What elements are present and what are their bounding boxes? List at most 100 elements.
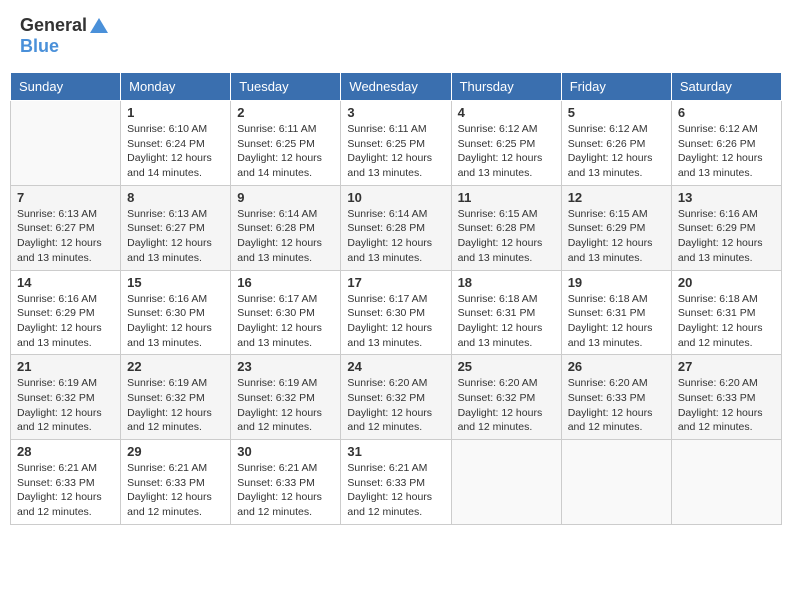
calendar-cell: 10 Sunrise: 6:14 AMSunset: 6:28 PMDayligh… [341,185,451,270]
day-number: 24 [347,359,444,374]
day-number: 20 [678,275,775,290]
day-number: 12 [568,190,665,205]
calendar-cell: 20 Sunrise: 6:18 AMSunset: 6:31 PMDayligh… [671,270,781,355]
weekday-header: Wednesday [341,73,451,101]
calendar-cell: 27 Sunrise: 6:20 AMSunset: 6:33 PMDayligh… [671,355,781,440]
weekday-header: Thursday [451,73,561,101]
day-info: Sunrise: 6:21 AMSunset: 6:33 PMDaylight:… [17,461,114,520]
header: General Blue [10,10,782,62]
calendar-cell: 15 Sunrise: 6:16 AMSunset: 6:30 PMDayligh… [121,270,231,355]
day-info: Sunrise: 6:13 AMSunset: 6:27 PMDaylight:… [17,207,114,266]
day-number: 16 [237,275,334,290]
day-info: Sunrise: 6:16 AMSunset: 6:30 PMDaylight:… [127,292,224,351]
calendar-cell: 8Sunrise: 6:13 AMSunset: 6:27 PMDaylight… [121,185,231,270]
weekday-header: Tuesday [231,73,341,101]
day-number: 11 [458,190,555,205]
day-number: 3 [347,105,444,120]
day-number: 9 [237,190,334,205]
day-info: Sunrise: 6:19 AMSunset: 6:32 PMDaylight:… [127,376,224,435]
day-info: Sunrise: 6:18 AMSunset: 6:31 PMDaylight:… [678,292,775,351]
day-info: Sunrise: 6:20 AMSunset: 6:32 PMDaylight:… [347,376,444,435]
calendar-cell [11,101,121,186]
day-info: Sunrise: 6:18 AMSunset: 6:31 PMDaylight:… [458,292,555,351]
day-info: Sunrise: 6:17 AMSunset: 6:30 PMDaylight:… [347,292,444,351]
day-info: Sunrise: 6:12 AMSunset: 6:25 PMDaylight:… [458,122,555,181]
calendar-cell: 30Sunrise: 6:21 AMSunset: 6:33 PMDayligh… [231,440,341,525]
day-number: 31 [347,444,444,459]
calendar-cell: 14 Sunrise: 6:16 AMSunset: 6:29 PMDayligh… [11,270,121,355]
weekday-header: Friday [561,73,671,101]
weekday-header: Saturday [671,73,781,101]
calendar-cell: 23 Sunrise: 6:19 AMSunset: 6:32 PMDayligh… [231,355,341,440]
day-number: 1 [127,105,224,120]
day-number: 21 [17,359,114,374]
day-info: Sunrise: 6:17 AMSunset: 6:30 PMDaylight:… [237,292,334,351]
calendar-cell: 31 Sunrise: 6:21 AMSunset: 6:33 PMDayligh… [341,440,451,525]
day-number: 30 [237,444,334,459]
day-info: Sunrise: 6:12 AMSunset: 6:26 PMDaylight:… [568,122,665,181]
calendar-cell: 22 Sunrise: 6:19 AMSunset: 6:32 PMDayligh… [121,355,231,440]
calendar-cell: 24 Sunrise: 6:20 AMSunset: 6:32 PMDayligh… [341,355,451,440]
day-number: 4 [458,105,555,120]
day-number: 22 [127,359,224,374]
day-number: 26 [568,359,665,374]
day-info: Sunrise: 6:13 AMSunset: 6:27 PMDaylight:… [127,207,224,266]
calendar-cell: 1 Sunrise: 6:10 AMSunset: 6:24 PMDaylight… [121,101,231,186]
day-info: Sunrise: 6:14 AMSunset: 6:28 PMDaylight:… [237,207,334,266]
day-info: Sunrise: 6:18 AMSunset: 6:31 PMDaylight:… [568,292,665,351]
day-number: 13 [678,190,775,205]
calendar-cell [561,440,671,525]
logo: General Blue [20,15,109,57]
day-info: Sunrise: 6:15 AMSunset: 6:28 PMDaylight:… [458,207,555,266]
day-info: Sunrise: 6:16 AMSunset: 6:29 PMDaylight:… [17,292,114,351]
day-number: 28 [17,444,114,459]
day-info: Sunrise: 6:20 AMSunset: 6:32 PMDaylight:… [458,376,555,435]
logo-blue: Blue [20,36,59,57]
calendar-cell: 3Sunrise: 6:11 AMSunset: 6:25 PMDaylight… [341,101,451,186]
day-number: 10 [347,190,444,205]
day-info: Sunrise: 6:19 AMSunset: 6:32 PMDaylight:… [17,376,114,435]
calendar-cell: 9 Sunrise: 6:14 AMSunset: 6:28 PMDaylight… [231,185,341,270]
day-number: 14 [17,275,114,290]
calendar-cell: 4 Sunrise: 6:12 AMSunset: 6:25 PMDaylight… [451,101,561,186]
calendar-week-row: 28 Sunrise: 6:21 AMSunset: 6:33 PMDayligh… [11,440,782,525]
day-info: Sunrise: 6:10 AMSunset: 6:24 PMDaylight:… [127,122,224,181]
logo-triangle-icon [89,16,109,36]
day-number: 7 [17,190,114,205]
calendar-cell: 19Sunrise: 6:18 AMSunset: 6:31 PMDayligh… [561,270,671,355]
calendar-week-row: 7 Sunrise: 6:13 AMSunset: 6:27 PMDaylight… [11,185,782,270]
calendar-cell: 17 Sunrise: 6:17 AMSunset: 6:30 PMDayligh… [341,270,451,355]
day-number: 27 [678,359,775,374]
calendar-cell: 6Sunrise: 6:12 AMSunset: 6:26 PMDaylight… [671,101,781,186]
day-info: Sunrise: 6:21 AMSunset: 6:33 PMDaylight:… [127,461,224,520]
day-number: 23 [237,359,334,374]
calendar-cell: 12 Sunrise: 6:15 AMSunset: 6:29 PMDayligh… [561,185,671,270]
weekday-header: Sunday [11,73,121,101]
calendar-cell: 2Sunrise: 6:11 AMSunset: 6:25 PMDaylight… [231,101,341,186]
calendar-cell [451,440,561,525]
day-info: Sunrise: 6:21 AMSunset: 6:33 PMDaylight:… [347,461,444,520]
day-info: Sunrise: 6:11 AMSunset: 6:25 PMDaylight:… [237,122,334,181]
day-number: 17 [347,275,444,290]
day-number: 29 [127,444,224,459]
day-number: 6 [678,105,775,120]
day-number: 15 [127,275,224,290]
calendar-cell: 28 Sunrise: 6:21 AMSunset: 6:33 PMDayligh… [11,440,121,525]
calendar-cell: 29 Sunrise: 6:21 AMSunset: 6:33 PMDayligh… [121,440,231,525]
calendar-week-row: 1 Sunrise: 6:10 AMSunset: 6:24 PMDaylight… [11,101,782,186]
day-info: Sunrise: 6:15 AMSunset: 6:29 PMDaylight:… [568,207,665,266]
day-info: Sunrise: 6:20 AMSunset: 6:33 PMDaylight:… [568,376,665,435]
calendar-cell: 5Sunrise: 6:12 AMSunset: 6:26 PMDaylight… [561,101,671,186]
calendar-cell: 21 Sunrise: 6:19 AMSunset: 6:32 PMDayligh… [11,355,121,440]
calendar-cell [671,440,781,525]
calendar-table: SundayMondayTuesdayWednesdayThursdayFrid… [10,72,782,525]
calendar-week-row: 14 Sunrise: 6:16 AMSunset: 6:29 PMDayligh… [11,270,782,355]
calendar-cell: 16 Sunrise: 6:17 AMSunset: 6:30 PMDayligh… [231,270,341,355]
calendar-week-row: 21 Sunrise: 6:19 AMSunset: 6:32 PMDayligh… [11,355,782,440]
calendar-cell: 13Sunrise: 6:16 AMSunset: 6:29 PMDayligh… [671,185,781,270]
day-number: 18 [458,275,555,290]
day-info: Sunrise: 6:14 AMSunset: 6:28 PMDaylight:… [347,207,444,266]
calendar-cell: 11 Sunrise: 6:15 AMSunset: 6:28 PMDayligh… [451,185,561,270]
day-info: Sunrise: 6:19 AMSunset: 6:32 PMDaylight:… [237,376,334,435]
day-info: Sunrise: 6:20 AMSunset: 6:33 PMDaylight:… [678,376,775,435]
